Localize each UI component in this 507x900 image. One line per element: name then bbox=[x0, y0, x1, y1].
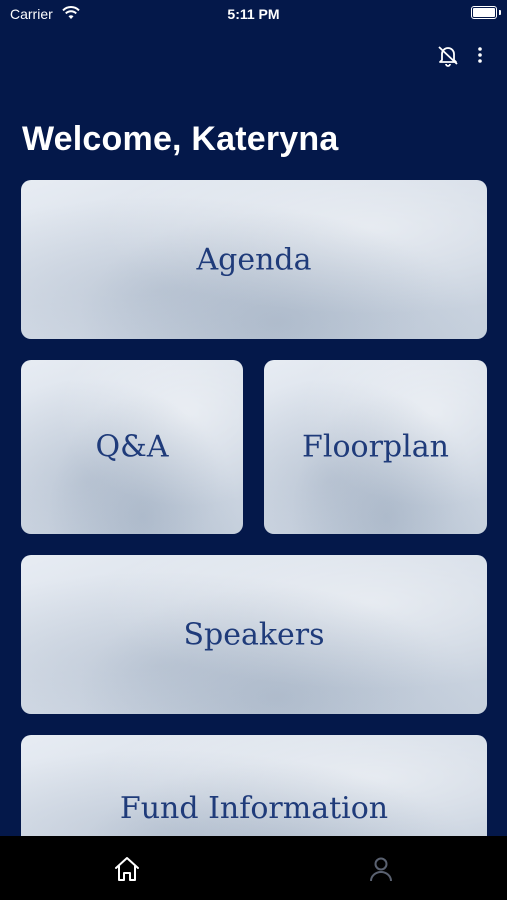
tab-bar bbox=[0, 836, 507, 900]
notification-off-icon[interactable] bbox=[436, 43, 460, 67]
more-vertical-icon[interactable] bbox=[470, 43, 490, 67]
battery-nub bbox=[499, 10, 501, 15]
clock: 5:11 PM bbox=[227, 6, 280, 22]
home-icon[interactable] bbox=[112, 854, 142, 884]
welcome-heading: Welcome, Kateryna bbox=[22, 120, 339, 158]
battery-icon bbox=[471, 6, 497, 19]
floorplan-tile[interactable]: Floorplan bbox=[264, 360, 487, 534]
status-bar: Carrier 5:11 PM bbox=[0, 0, 507, 30]
agenda-tile[interactable]: Agenda bbox=[21, 180, 487, 339]
agenda-label: Agenda bbox=[196, 242, 312, 277]
qa-tile[interactable]: Q&A bbox=[21, 360, 243, 534]
profile-icon[interactable] bbox=[366, 854, 396, 884]
qa-label: Q&A bbox=[95, 429, 169, 465]
speakers-tile[interactable]: Speakers bbox=[21, 555, 487, 714]
speakers-label: Speakers bbox=[183, 617, 325, 652]
floorplan-label: Floorplan bbox=[302, 429, 449, 465]
